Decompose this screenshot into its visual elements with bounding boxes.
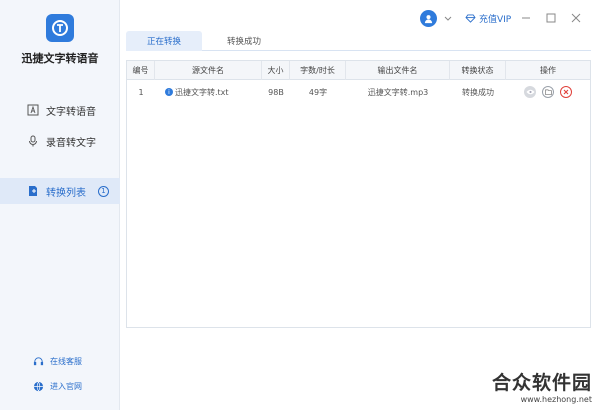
column-header: 编号	[127, 61, 155, 80]
headset-icon	[32, 355, 44, 367]
sidebar-item-text-to-speech[interactable]: 文字转语音	[0, 97, 120, 123]
column-header: 转换状态	[450, 61, 506, 80]
table-row: 1 i 迅捷文字转.txt 98B 49字 迅捷文字转.mp3 转换成功	[127, 81, 590, 103]
maximize-button[interactable]	[544, 10, 558, 26]
globe-icon	[32, 380, 44, 392]
official-site-link[interactable]: 进入官网	[32, 380, 82, 392]
app-logo-icon	[46, 14, 74, 42]
delete-icon[interactable]	[560, 86, 572, 98]
tab-converted[interactable]: 转换成功	[206, 31, 282, 51]
column-header: 输出文件名	[346, 61, 450, 80]
column-header: 字数/时长	[290, 61, 346, 80]
sidebar: 迅捷文字转语音 文字转语音 录音转文字 转换列表 1 在线客服 进入官网	[0, 0, 120, 410]
row-index: 1	[138, 87, 144, 97]
column-header: 源文件名	[155, 61, 262, 80]
count-badge: 1	[98, 185, 109, 197]
row-actions	[506, 81, 590, 103]
close-button[interactable]	[569, 10, 583, 26]
tab-converting[interactable]: 正在转换	[126, 31, 202, 51]
site-watermark: 合众软件园 www.hezhong.net	[492, 368, 592, 404]
watermark-url: www.hezhong.net	[520, 395, 592, 404]
source-filename-cell: i 迅捷文字转.txt	[155, 81, 262, 103]
file-size: 98B	[268, 87, 284, 97]
preview-eye-icon[interactable]	[524, 86, 536, 98]
official-site-label: 进入官网	[50, 381, 82, 391]
source-filename: 迅捷文字转.txt	[175, 87, 229, 97]
tab-bar: 正在转换 转换成功	[126, 31, 591, 51]
text-to-speech-icon	[26, 103, 40, 117]
online-service-label: 在线客服	[50, 356, 82, 366]
sidebar-item-label: 录音转文字	[46, 137, 96, 149]
conversion-table: 编号 源文件名 大小 字数/时长 输出文件名 转换状态 操作 1 i 迅捷文字转…	[126, 60, 591, 328]
user-avatar-icon[interactable]	[420, 10, 437, 27]
diamond-icon	[465, 14, 476, 23]
sidebar-item-label: 转换列表	[46, 187, 86, 199]
conversion-status: 转换成功	[462, 87, 494, 97]
word-count: 49字	[308, 87, 328, 97]
open-folder-icon[interactable]	[542, 86, 554, 98]
column-header: 大小	[262, 61, 290, 80]
sidebar-item-recording-to-text[interactable]: 录音转文字	[0, 128, 120, 154]
vip-recharge-button[interactable]: 充值VIP	[465, 12, 511, 25]
column-header: 操作	[540, 66, 556, 75]
microphone-icon	[26, 134, 40, 148]
vip-label: 充值VIP	[479, 15, 512, 25]
minimize-button[interactable]	[519, 10, 533, 26]
online-service-link[interactable]: 在线客服	[32, 355, 82, 367]
watermark-name: 合众软件园	[491, 372, 592, 394]
table-header: 编号 源文件名 大小 字数/时长 输出文件名 转换状态 操作	[127, 61, 590, 80]
top-bar: 充值VIP	[120, 0, 600, 32]
file-list-icon	[26, 184, 40, 198]
app-title: 迅捷文字转语音	[21, 52, 99, 65]
info-icon: i	[165, 88, 173, 96]
sidebar-item-label: 文字转语音	[46, 106, 96, 118]
sidebar-item-conversion-list[interactable]: 转换列表 1	[0, 178, 120, 204]
chevron-down-icon[interactable]	[443, 10, 453, 27]
output-filename: 迅捷文字转.mp3	[367, 87, 429, 97]
